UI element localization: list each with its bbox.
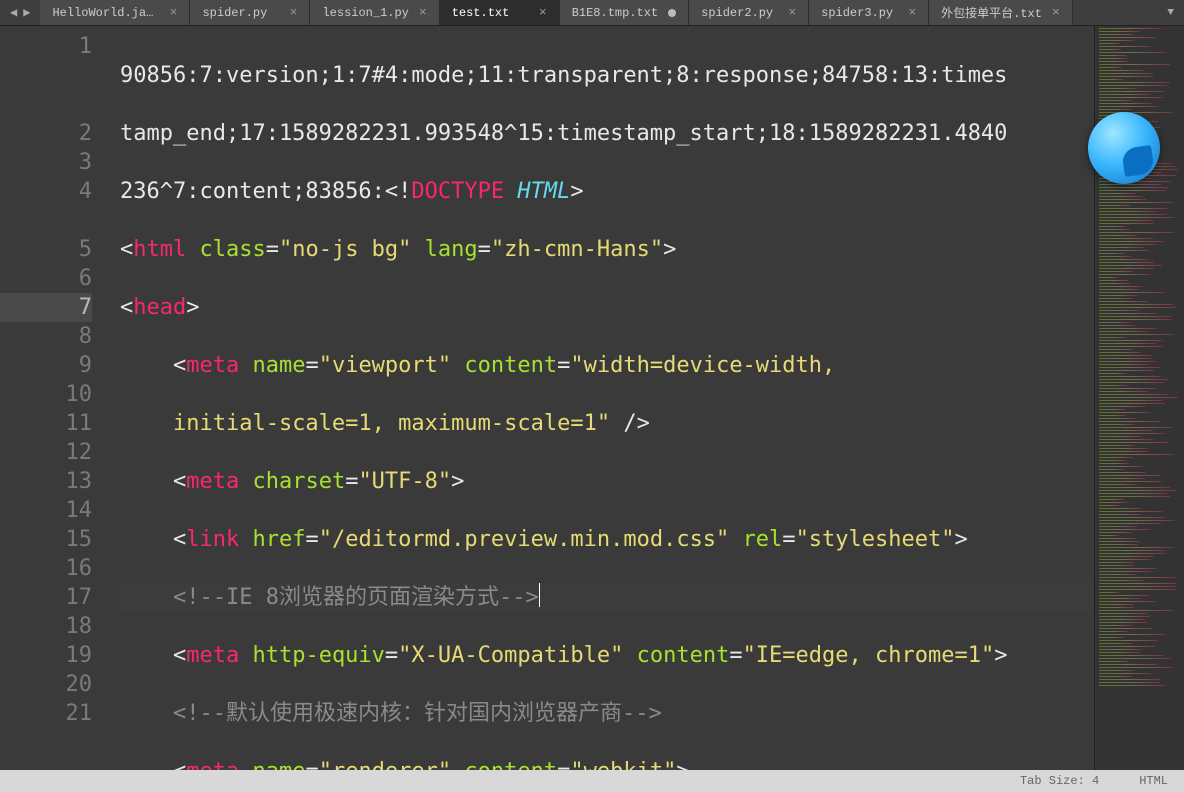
- text-cursor: [539, 583, 540, 607]
- close-icon[interactable]: ×: [908, 6, 916, 19]
- close-icon[interactable]: ×: [290, 6, 298, 19]
- tab-lession1[interactable]: lession_1.py×: [310, 0, 439, 25]
- text-line: tamp_end;17:1589282231.993548^15:timesta…: [120, 121, 1007, 146]
- close-icon[interactable]: ×: [539, 6, 547, 19]
- tab-spider2[interactable]: spider2.py×: [689, 0, 809, 25]
- status-tab-size[interactable]: Tab Size: 4: [1014, 774, 1105, 788]
- code-content[interactable]: 90856:7:version;1:7#4:mode;11:transparen…: [110, 26, 1094, 770]
- text-line: 90856:7:version;1:7#4:mode;11:transparen…: [120, 63, 1007, 88]
- tab-waibao[interactable]: 外包接单平台.txt×: [929, 0, 1073, 25]
- status-syntax[interactable]: HTML: [1133, 774, 1174, 788]
- nav-back-icon[interactable]: ◀: [8, 5, 19, 20]
- tab-helloworld[interactable]: HelloWorld.java×: [40, 0, 190, 25]
- editor-area[interactable]: 1 234 5678 9101112 13141516 17181920 21 …: [0, 26, 1184, 770]
- tab-nav: ◀ ▶: [0, 0, 40, 25]
- tab-test-txt[interactable]: test.txt×: [440, 0, 560, 25]
- close-icon[interactable]: ×: [788, 6, 796, 19]
- comment: <!--IE 8浏览器的页面渲染方式-->: [173, 585, 539, 610]
- text-line: 236^7:content;83856:: [120, 179, 385, 204]
- dirty-indicator-icon: [668, 9, 676, 17]
- browser-orb-icon[interactable]: [1088, 112, 1160, 184]
- comment: <!--默认使用极速内核：针对国内浏览器产商-->: [173, 701, 662, 726]
- tab-bar: ◀ ▶ HelloWorld.java× spider.py× lession_…: [0, 0, 1184, 26]
- chevron-down-icon[interactable]: ▼: [1167, 7, 1174, 19]
- status-bar: Tab Size: 4 HTML: [0, 770, 1184, 792]
- close-icon[interactable]: ×: [170, 6, 178, 19]
- tab-spider[interactable]: spider.py×: [190, 0, 310, 25]
- tab-b1e8[interactable]: B1E8.tmp.txt: [560, 0, 689, 25]
- close-icon[interactable]: ×: [419, 6, 427, 19]
- gutter: 1 234 5678 9101112 13141516 17181920 21: [0, 26, 110, 770]
- nav-forward-icon[interactable]: ▶: [21, 5, 32, 20]
- tab-overflow: ▼: [1073, 0, 1184, 25]
- close-icon[interactable]: ×: [1052, 6, 1060, 19]
- tab-spider3[interactable]: spider3.py×: [809, 0, 929, 25]
